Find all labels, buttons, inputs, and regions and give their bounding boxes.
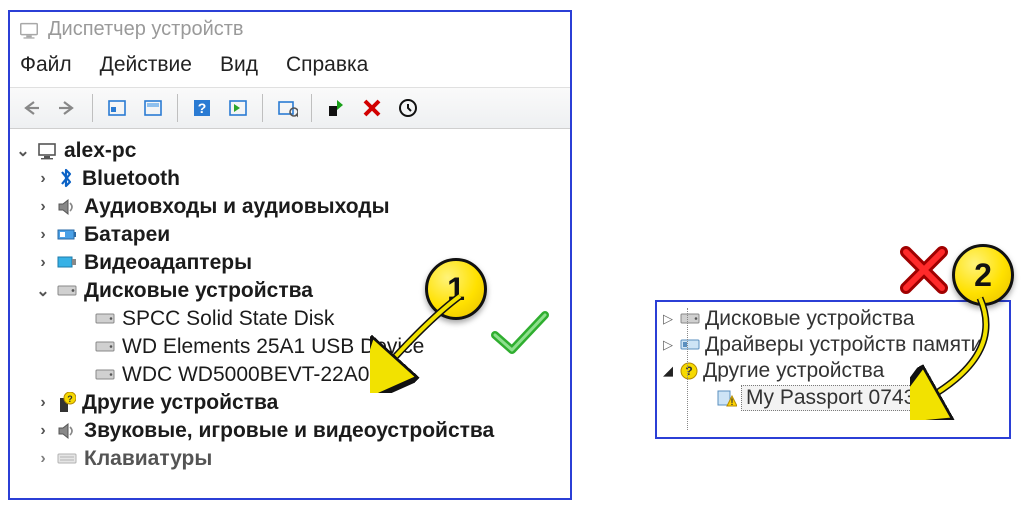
tree-keyboards[interactable]: › Клавиатуры — [16, 445, 564, 473]
warning-device-icon: ! — [715, 388, 737, 408]
fragment-mem-drivers[interactable]: ▷ Драйверы устройств памяти — [663, 332, 1003, 358]
nav-forward-button[interactable] — [52, 92, 84, 124]
fragment-disk-label: Дисковые устройства — [705, 307, 915, 331]
fragment-disk-drives[interactable]: ▷ Дисковые устройства — [663, 306, 1003, 332]
scan-hardware-button[interactable] — [271, 92, 303, 124]
triangle-right-icon[interactable]: ▷ — [663, 337, 675, 353]
disk-item-label: SPCC Solid State Disk — [122, 307, 334, 331]
svg-text:?: ? — [67, 394, 73, 404]
annotation-badge-2: 2 — [952, 244, 1014, 306]
fragment-other-devices[interactable]: ◢ ? Другие устройства — [663, 358, 1003, 384]
audio-label: Аудиовходы и аудиовыходы — [84, 195, 390, 219]
memory-driver-icon — [679, 337, 701, 353]
menu-file[interactable]: Файл — [20, 53, 72, 77]
show-hidden-button[interactable] — [101, 92, 133, 124]
menu-help[interactable]: Справка — [286, 53, 368, 77]
speaker-icon — [56, 421, 78, 441]
triangle-right-icon[interactable]: ▷ — [663, 311, 675, 327]
chevron-right-icon[interactable]: › — [36, 254, 50, 272]
tree-root[interactable]: ⌄ alex-pc — [16, 137, 564, 165]
svg-text:?: ? — [198, 100, 207, 116]
tree-disk-item[interactable]: · WD Elements 25A1 USB Device — [16, 333, 564, 361]
disk-drive-icon — [94, 368, 116, 382]
battery-label: Батареи — [84, 223, 170, 247]
menu-action[interactable]: Действие — [100, 53, 192, 77]
tree-sound-game-video[interactable]: › Звуковые, игровые и видеоустройства — [16, 417, 564, 445]
menu-bar: Файл Действие Вид Справка — [10, 47, 570, 87]
error-x-icon — [900, 246, 948, 294]
computer-icon — [18, 19, 40, 41]
disk-drive-icon — [94, 312, 116, 326]
uninstall-button[interactable] — [356, 92, 388, 124]
disk-item-label: WDC WD5000BEVT-22A0RT0 — [122, 363, 409, 387]
video-label: Видеоадаптеры — [84, 251, 252, 275]
properties-button[interactable] — [137, 92, 169, 124]
computer-icon — [36, 141, 58, 161]
chevron-right-icon[interactable]: › — [36, 450, 50, 468]
device-tree[interactable]: ⌄ alex-pc › Bluetooth › Аудиовходы и ауд… — [10, 129, 570, 481]
fragment-unknown-label: My Passport 0743 — [741, 385, 920, 411]
annotation-badge-1: 1 — [425, 258, 487, 320]
chevron-right-icon[interactable]: › — [36, 198, 50, 216]
chevron-down-icon[interactable]: ⌄ — [16, 141, 30, 161]
keyboard-icon — [56, 451, 78, 467]
nav-back-button[interactable] — [16, 92, 48, 124]
fragment-unknown-item[interactable]: ! My Passport 0743 — [663, 384, 1003, 412]
disable-button[interactable] — [392, 92, 424, 124]
disk-drive-icon — [94, 340, 116, 354]
chevron-down-icon[interactable]: ⌄ — [36, 281, 50, 301]
window-title: Диспетчер устройств — [48, 18, 244, 41]
window-titlebar: Диспетчер устройств — [10, 12, 570, 47]
device-manager-window: Диспетчер устройств Файл Действие Вид Сп… — [8, 10, 572, 500]
bluetooth-icon — [56, 168, 76, 190]
help-button[interactable]: ? — [186, 92, 218, 124]
disk-drive-icon — [56, 283, 78, 299]
chevron-right-icon[interactable]: › — [36, 394, 50, 412]
display-adapter-icon — [56, 254, 78, 272]
svg-text:!: ! — [731, 397, 734, 407]
tree-batteries[interactable]: › Батареи — [16, 221, 564, 249]
tree-audio-io[interactable]: › Аудиовходы и аудиовыходы — [16, 193, 564, 221]
bluetooth-label: Bluetooth — [82, 167, 180, 191]
chevron-right-icon[interactable]: › — [36, 170, 50, 188]
chevron-right-icon[interactable]: › — [36, 422, 50, 440]
tree-other-devices[interactable]: › ? Другие устройства — [16, 389, 564, 417]
other-label: Другие устройства — [82, 391, 278, 415]
toolbar: ? — [10, 87, 570, 129]
keyboard-label: Клавиатуры — [84, 447, 212, 471]
refresh-button[interactable] — [222, 92, 254, 124]
unknown-device-icon: ? — [56, 392, 76, 414]
fragment-mem-label: Драйверы устройств памяти — [705, 333, 982, 357]
update-driver-button[interactable] — [320, 92, 352, 124]
check-mark-icon — [490, 310, 550, 360]
battery-icon — [56, 226, 78, 244]
triangle-down-icon[interactable]: ◢ — [663, 363, 675, 379]
tree-bluetooth[interactable]: › Bluetooth — [16, 165, 564, 193]
disk-drive-icon — [679, 312, 701, 326]
tree-disk-item[interactable]: · WDC WD5000BEVT-22A0RT0 — [16, 361, 564, 389]
speaker-icon — [56, 197, 78, 217]
fragment-tree[interactable]: ▷ Дисковые устройства ▷ Драйверы устройс… — [657, 302, 1009, 416]
sgv-label: Звуковые, игровые и видеоустройства — [84, 419, 494, 443]
fragment-other-label: Другие устройства — [703, 359, 884, 383]
root-label: alex-pc — [64, 139, 136, 163]
disk-label: Дисковые устройства — [84, 279, 313, 303]
device-fragment-window: ▷ Дисковые устройства ▷ Драйверы устройс… — [655, 300, 1011, 439]
unknown-category-icon: ? — [679, 361, 699, 381]
tree-disk-item[interactable]: · SPCC Solid State Disk — [16, 305, 564, 333]
disk-item-label: WD Elements 25A1 USB Device — [122, 335, 424, 359]
chevron-right-icon[interactable]: › — [36, 226, 50, 244]
menu-view[interactable]: Вид — [220, 53, 258, 77]
